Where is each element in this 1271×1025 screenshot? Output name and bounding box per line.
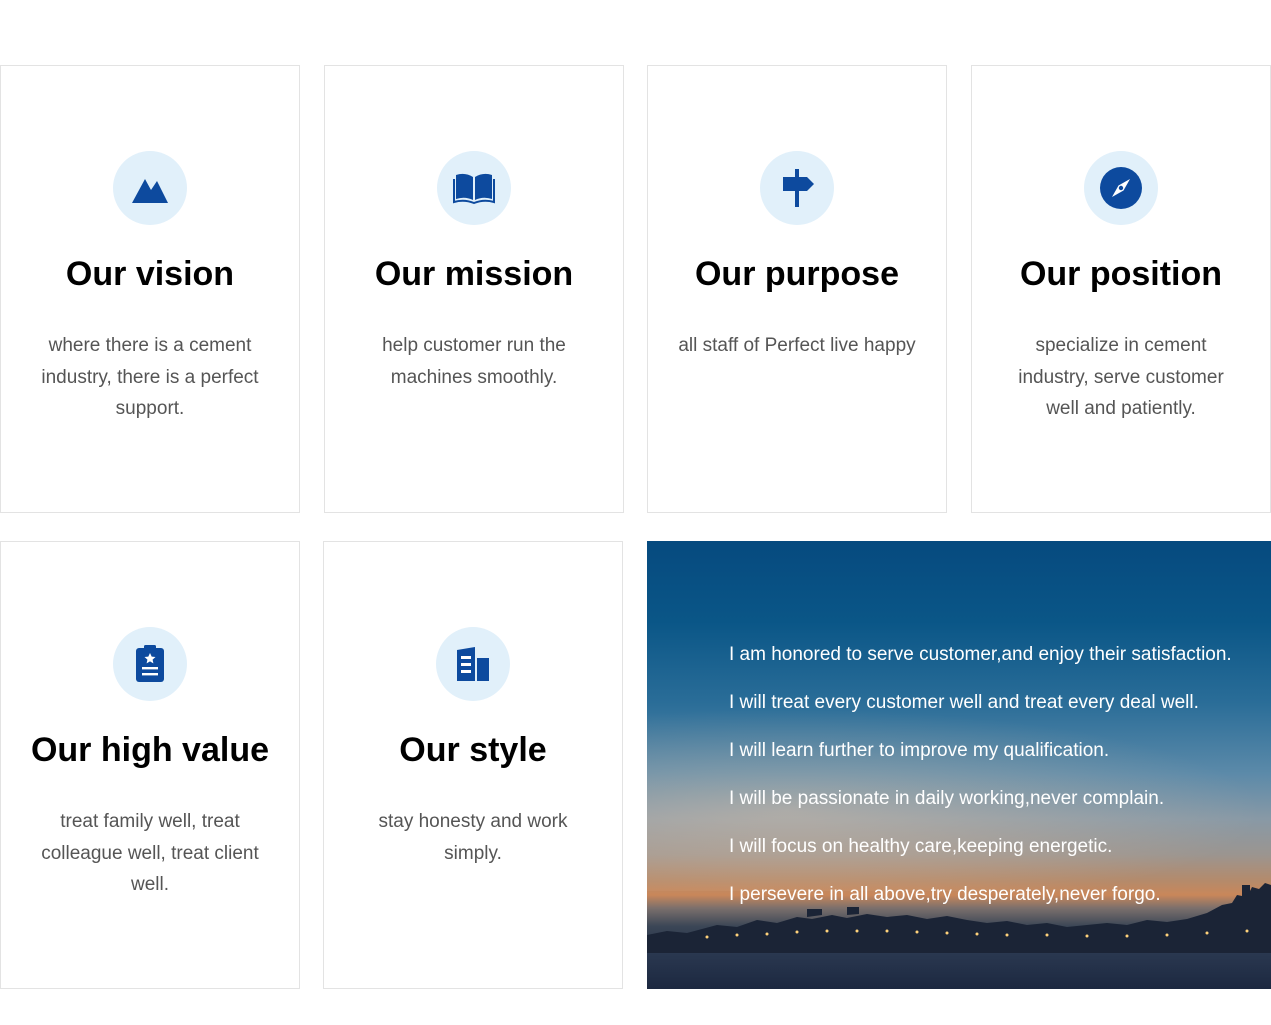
card-title: Our position — [1019, 255, 1223, 293]
card-text: treat family well, treat colleague well,… — [41, 811, 259, 895]
card-position: Our position specialize in cement indust… — [971, 65, 1271, 513]
card-vision: Our vision where there is a cement indus… — [0, 65, 300, 513]
card-title: Our vision — [65, 255, 235, 293]
card-text: all staff of Perfect live happy — [678, 335, 916, 356]
mountain-icon — [113, 151, 187, 225]
card-title: Our purpose — [694, 255, 900, 293]
card-style: Our style stay honesty and work simply. — [323, 541, 623, 989]
card-text: specialize in cement industry, serve cus… — [1018, 335, 1224, 419]
pledge-item: I persevere in all above,try desperately… — [729, 884, 1161, 905]
signpost-icon — [760, 151, 834, 225]
compass-icon — [1084, 151, 1158, 225]
card-text: stay honesty and work simply. — [378, 811, 568, 864]
card-title: Our mission — [374, 255, 574, 293]
card-text: where there is a cement industry, there … — [41, 335, 259, 419]
pledge-item: I will be passionate in daily working,ne… — [729, 788, 1165, 809]
pledge-list: I am honored to serve customer,and enjoy… — [729, 631, 1232, 919]
card-purpose: Our purpose all staff of Perfect live ha… — [647, 65, 947, 513]
pledge-item: I will focus on healthy care,keeping ene… — [729, 836, 1113, 857]
building-icon — [436, 627, 510, 701]
card-text: help customer run the machines smoothly. — [382, 335, 566, 388]
card-high-value: Our high value treat family well, treat … — [0, 541, 300, 989]
city-sunset-image: I am honored to serve customer,and enjoy… — [647, 541, 1271, 989]
clipboard-star-icon — [113, 627, 187, 701]
pledge-item: I will treat every customer well and tre… — [729, 692, 1199, 713]
pledge-item: I will learn further to improve my quali… — [729, 740, 1110, 761]
card-title: Our high value — [30, 731, 270, 769]
card-title: Our style — [399, 731, 547, 769]
pledge-item: I am honored to serve customer,and enjoy… — [729, 644, 1232, 665]
book-icon — [437, 151, 511, 225]
card-mission: Our mission help customer run the machin… — [324, 65, 624, 513]
river-water — [647, 953, 1271, 989]
